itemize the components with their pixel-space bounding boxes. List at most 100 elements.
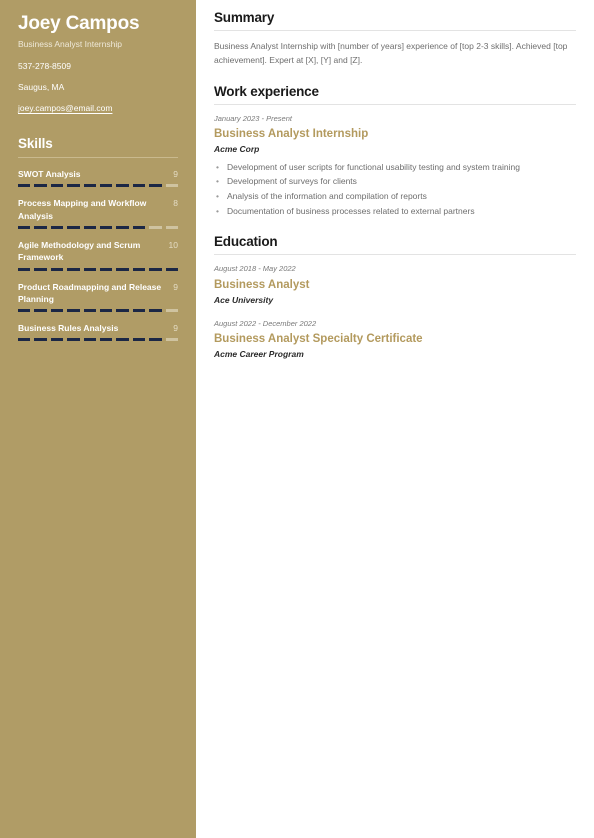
skill-segment-filled <box>165 267 179 271</box>
skill-segment-filled <box>50 309 64 313</box>
skill-segment-filled <box>149 267 162 271</box>
skill-item: Business Rules Analysis 9 <box>18 322 179 342</box>
entry-bullet: Development of surveys for clients <box>214 174 576 189</box>
skill-rating-bar <box>18 267 179 271</box>
skills-heading: Skills <box>18 135 53 151</box>
skill-segment-filled <box>18 225 31 229</box>
skill-segment-filled <box>18 267 31 271</box>
entry-bullet: Documentation of business processes rela… <box>214 204 576 219</box>
sidebar: Joey Campos Business Analyst Internship … <box>0 0 196 838</box>
entry-organization: Acme Career Program <box>214 349 304 360</box>
candidate-subtitle: Business Analyst Internship <box>18 38 122 49</box>
summary-divider <box>214 30 576 31</box>
skill-segment-filled <box>83 267 97 271</box>
work-experience-divider <box>214 103 576 105</box>
skill-score: 8 <box>173 198 178 209</box>
skill-segment-filled <box>83 309 97 313</box>
skill-segment-filled <box>34 184 47 188</box>
skill-segment-filled <box>34 309 47 313</box>
skill-label: Product Roadmapping and Release Planning <box>18 281 162 304</box>
entry-organization: Acme Corp <box>214 143 260 154</box>
skill-segment-filled <box>132 184 146 188</box>
entry-organization: Ace University <box>214 294 274 305</box>
skills-list: SWOT Analysis 9 Process Mapping and Workfl… <box>18 168 179 342</box>
skill-segment-filled <box>67 309 80 313</box>
skill-segment-filled <box>34 338 47 342</box>
skill-segment-filled <box>83 225 97 229</box>
entry-bullet-list: Development of user scripts for function… <box>214 160 576 218</box>
skill-segment-filled <box>83 184 97 188</box>
main-content: Summary Business Analyst Internship with… <box>196 0 594 838</box>
education-list: August 2018 - May 2022 Business Analyst Ac… <box>214 264 576 361</box>
skill-segment-empty <box>149 225 162 229</box>
skill-segment-filled <box>18 184 31 188</box>
entry-date: August 2018 - May 2022 <box>214 264 296 274</box>
skill-header: Agile Methodology and Scrum Framework 10 <box>18 239 178 264</box>
skill-segment-filled <box>100 338 113 342</box>
skill-segment-filled <box>34 267 47 271</box>
skill-header: Product Roadmapping and Release Planning… <box>18 281 178 306</box>
contact-phone: 537-278-8509 <box>18 60 71 71</box>
skill-segment-empty <box>165 309 179 313</box>
skill-item: Agile Methodology and Scrum Framework 10 <box>18 239 179 271</box>
skill-score: 10 <box>168 239 178 250</box>
skill-rating-bar <box>18 225 179 229</box>
skill-score: 9 <box>173 323 178 334</box>
skill-segment-filled <box>149 309 162 313</box>
skill-segment-filled <box>116 184 129 188</box>
skill-segment-filled <box>50 225 64 229</box>
skill-segment-empty <box>165 184 179 188</box>
skill-segment-filled <box>116 267 129 271</box>
entry-bullet: Development of user scripts for function… <box>214 160 576 175</box>
education-entry: August 2018 - May 2022 Business Analyst Ac… <box>214 264 576 306</box>
contact-email-link[interactable]: joey.campos@email.com <box>18 103 178 114</box>
skill-segment-filled <box>149 338 162 342</box>
skill-segment-filled <box>100 267 113 271</box>
skill-segment-filled <box>67 225 80 229</box>
education-entry: August 2022 - December 2022 Business Anal… <box>214 319 576 361</box>
skill-segment-filled <box>18 338 31 342</box>
entry-title: Business Analyst <box>214 278 310 291</box>
entry-bullet: Analysis of the information and compilat… <box>214 189 576 204</box>
education-heading: Education <box>214 234 278 250</box>
contact-location: Saugus, MA <box>18 81 65 92</box>
skill-rating-bar <box>18 184 179 188</box>
skill-segment-filled <box>67 267 80 271</box>
skill-segment-filled <box>18 309 31 313</box>
skill-segment-filled <box>116 338 129 342</box>
skill-item: Process Mapping and Workflow Analysis 8 <box>18 197 179 229</box>
skill-segment-filled <box>132 267 146 271</box>
education-divider <box>214 254 576 256</box>
skills-divider <box>18 156 178 158</box>
skill-segment-filled <box>50 267 64 271</box>
skill-label: Agile Methodology and Scrum Framework <box>18 239 141 263</box>
skill-segment-empty <box>165 225 179 229</box>
skill-segment-filled <box>132 225 146 229</box>
skill-rating-bar <box>18 309 179 313</box>
skill-score: 9 <box>173 168 178 179</box>
skill-label: SWOT Analysis <box>18 168 81 179</box>
entry-title: Business Analyst Internship <box>214 128 369 141</box>
skill-label: Business Rules Analysis <box>18 323 119 334</box>
entry-date: August 2022 - December 2022 <box>214 318 317 328</box>
skill-item: SWOT Analysis 9 <box>18 168 179 188</box>
skill-segment-filled <box>100 225 113 229</box>
skill-segment-filled <box>132 309 146 313</box>
work-experience-entry: January 2023 - Present Business Analyst I… <box>214 114 576 219</box>
skill-segment-filled <box>100 184 113 188</box>
skill-segment-filled <box>50 338 64 342</box>
skill-segment-filled <box>50 184 64 188</box>
skill-header: Process Mapping and Workflow Analysis 8 <box>18 197 178 222</box>
candidate-name: Joey Campos <box>18 13 140 34</box>
skill-segment-filled <box>67 338 80 342</box>
skill-segment-filled <box>100 309 113 313</box>
skill-segment-filled <box>83 338 97 342</box>
skill-segment-empty <box>165 338 179 342</box>
summary-text: Business Analyst Internship with [number… <box>214 41 568 65</box>
entry-date: January 2023 - Present <box>214 113 292 123</box>
entry-title: Business Analyst Specialty Certificate <box>214 333 423 346</box>
skill-header: SWOT Analysis 9 <box>18 168 178 180</box>
work-experience-list: January 2023 - Present Business Analyst I… <box>214 114 576 219</box>
skill-label: Process Mapping and Workflow Analysis <box>18 198 147 221</box>
skill-segment-filled <box>116 225 129 229</box>
